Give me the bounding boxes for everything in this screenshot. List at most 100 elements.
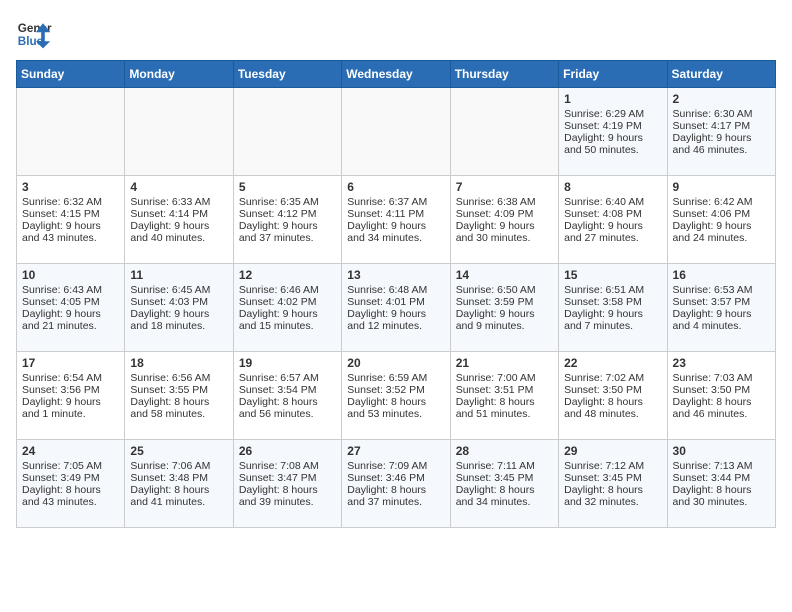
calendar-cell: 20Sunrise: 6:59 AMSunset: 3:52 PMDayligh… (342, 352, 450, 440)
day-info: Sunrise: 6:42 AM (673, 196, 770, 208)
day-info: Sunset: 3:45 PM (564, 472, 661, 484)
day-number: 1 (564, 92, 661, 106)
calendar-cell: 27Sunrise: 7:09 AMSunset: 3:46 PMDayligh… (342, 440, 450, 528)
week-row-5: 24Sunrise: 7:05 AMSunset: 3:49 PMDayligh… (17, 440, 776, 528)
calendar-cell (125, 88, 233, 176)
day-info: Daylight: 8 hours (130, 484, 227, 496)
day-info: Sunrise: 7:05 AM (22, 460, 119, 472)
day-info: Sunset: 3:58 PM (564, 296, 661, 308)
day-info: and 46 minutes. (673, 144, 770, 156)
day-info: Daylight: 9 hours (456, 220, 553, 232)
day-info: Daylight: 9 hours (673, 308, 770, 320)
day-info: Daylight: 8 hours (130, 396, 227, 408)
calendar-cell: 11Sunrise: 6:45 AMSunset: 4:03 PMDayligh… (125, 264, 233, 352)
day-info: Daylight: 9 hours (347, 220, 444, 232)
day-number: 11 (130, 268, 227, 282)
day-info: and 18 minutes. (130, 320, 227, 332)
weekday-header-friday: Friday (559, 61, 667, 88)
day-number: 3 (22, 180, 119, 194)
day-info: Daylight: 9 hours (673, 132, 770, 144)
calendar-cell: 17Sunrise: 6:54 AMSunset: 3:56 PMDayligh… (17, 352, 125, 440)
day-info: Sunset: 3:56 PM (22, 384, 119, 396)
day-info: Sunset: 4:02 PM (239, 296, 336, 308)
calendar-cell: 13Sunrise: 6:48 AMSunset: 4:01 PMDayligh… (342, 264, 450, 352)
day-info: Sunset: 3:51 PM (456, 384, 553, 396)
day-info: Daylight: 8 hours (239, 396, 336, 408)
day-info: Sunrise: 6:43 AM (22, 284, 119, 296)
week-row-1: 1Sunrise: 6:29 AMSunset: 4:19 PMDaylight… (17, 88, 776, 176)
calendar-cell: 28Sunrise: 7:11 AMSunset: 3:45 PMDayligh… (450, 440, 558, 528)
day-info: Sunset: 3:57 PM (673, 296, 770, 308)
calendar-cell: 23Sunrise: 7:03 AMSunset: 3:50 PMDayligh… (667, 352, 775, 440)
day-info: Sunrise: 6:38 AM (456, 196, 553, 208)
day-info: Sunset: 4:19 PM (564, 120, 661, 132)
day-info: Daylight: 9 hours (564, 132, 661, 144)
day-info: and 53 minutes. (347, 408, 444, 420)
calendar-cell (450, 88, 558, 176)
day-info: Sunrise: 7:03 AM (673, 372, 770, 384)
day-info: Sunrise: 6:59 AM (347, 372, 444, 384)
day-info: Daylight: 9 hours (564, 220, 661, 232)
day-info: Sunset: 3:45 PM (456, 472, 553, 484)
day-number: 12 (239, 268, 336, 282)
day-info: Sunrise: 7:09 AM (347, 460, 444, 472)
day-info: Sunset: 3:50 PM (564, 384, 661, 396)
calendar-cell (233, 88, 341, 176)
day-info: Daylight: 9 hours (347, 308, 444, 320)
day-info: Sunrise: 7:06 AM (130, 460, 227, 472)
calendar-cell: 29Sunrise: 7:12 AMSunset: 3:45 PMDayligh… (559, 440, 667, 528)
day-info: Sunset: 4:08 PM (564, 208, 661, 220)
calendar-cell: 24Sunrise: 7:05 AMSunset: 3:49 PMDayligh… (17, 440, 125, 528)
day-info: Sunset: 4:06 PM (673, 208, 770, 220)
day-info: and 34 minutes. (347, 232, 444, 244)
calendar-cell: 2Sunrise: 6:30 AMSunset: 4:17 PMDaylight… (667, 88, 775, 176)
day-number: 19 (239, 356, 336, 370)
day-info: Sunrise: 7:13 AM (673, 460, 770, 472)
day-number: 2 (673, 92, 770, 106)
day-info: Sunset: 4:11 PM (347, 208, 444, 220)
day-number: 5 (239, 180, 336, 194)
calendar-cell: 14Sunrise: 6:50 AMSunset: 3:59 PMDayligh… (450, 264, 558, 352)
day-info: and 7 minutes. (564, 320, 661, 332)
calendar-cell: 8Sunrise: 6:40 AMSunset: 4:08 PMDaylight… (559, 176, 667, 264)
calendar-cell: 12Sunrise: 6:46 AMSunset: 4:02 PMDayligh… (233, 264, 341, 352)
day-info: and 43 minutes. (22, 496, 119, 508)
day-info: Sunset: 4:12 PM (239, 208, 336, 220)
day-number: 21 (456, 356, 553, 370)
day-number: 25 (130, 444, 227, 458)
day-info: Daylight: 8 hours (564, 484, 661, 496)
day-info: Sunset: 3:44 PM (673, 472, 770, 484)
day-info: and 15 minutes. (239, 320, 336, 332)
calendar-cell (17, 88, 125, 176)
day-info: and 12 minutes. (347, 320, 444, 332)
day-info: and 56 minutes. (239, 408, 336, 420)
day-info: and 37 minutes. (239, 232, 336, 244)
day-info: Sunrise: 6:54 AM (22, 372, 119, 384)
day-info: Sunrise: 6:40 AM (564, 196, 661, 208)
day-info: Daylight: 9 hours (673, 220, 770, 232)
day-info: and 39 minutes. (239, 496, 336, 508)
day-info: Daylight: 9 hours (456, 308, 553, 320)
day-info: Sunrise: 6:32 AM (22, 196, 119, 208)
day-info: Sunset: 3:55 PM (130, 384, 227, 396)
calendar-cell (342, 88, 450, 176)
day-info: Daylight: 9 hours (130, 220, 227, 232)
page-header: General Blue (16, 16, 776, 52)
day-info: Daylight: 8 hours (239, 484, 336, 496)
day-info: and 43 minutes. (22, 232, 119, 244)
day-number: 15 (564, 268, 661, 282)
day-info: and 1 minute. (22, 408, 119, 420)
day-info: Sunrise: 6:48 AM (347, 284, 444, 296)
day-info: Sunset: 3:49 PM (22, 472, 119, 484)
day-number: 17 (22, 356, 119, 370)
day-info: Sunrise: 6:45 AM (130, 284, 227, 296)
day-info: and 34 minutes. (456, 496, 553, 508)
day-info: Daylight: 8 hours (673, 484, 770, 496)
day-info: and 46 minutes. (673, 408, 770, 420)
day-info: Daylight: 8 hours (456, 396, 553, 408)
week-row-2: 3Sunrise: 6:32 AMSunset: 4:15 PMDaylight… (17, 176, 776, 264)
day-number: 16 (673, 268, 770, 282)
day-info: Daylight: 8 hours (564, 396, 661, 408)
day-info: Sunrise: 6:51 AM (564, 284, 661, 296)
calendar-cell: 21Sunrise: 7:00 AMSunset: 3:51 PMDayligh… (450, 352, 558, 440)
